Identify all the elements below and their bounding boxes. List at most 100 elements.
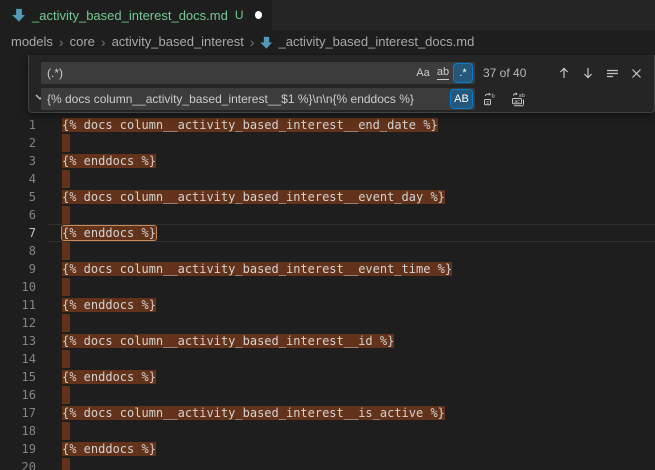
line-text[interactable]: {% enddocs %} <box>62 296 156 314</box>
editor-line[interactable]: 17{% docs column__activity_based_interes… <box>0 404 655 422</box>
find-in-selection-button[interactable] <box>602 62 622 84</box>
next-match-button[interactable] <box>578 62 598 84</box>
editor-pane[interactable]: 1 {% docs column__activity_based_interest… <box>0 53 655 470</box>
breadcrumb-item-core[interactable]: core <box>70 34 95 49</box>
line-text[interactable]: {% docs column__activity_based_interest_… <box>62 188 445 206</box>
editor-line[interactable]: 18 <box>0 422 655 440</box>
breadcrumb-file-label: _activity_based_interest_docs.md <box>278 34 474 49</box>
editor-line[interactable]: 12 <box>0 314 655 332</box>
editor-line[interactable]: 15 {% enddocs %} <box>0 368 655 386</box>
chevron-right-icon: › <box>101 35 106 49</box>
line-number: 18 <box>0 422 36 440</box>
line-number: 6 <box>0 206 36 224</box>
empty-line-match-highlight <box>62 242 70 260</box>
match-highlight: {% enddocs %} <box>62 298 156 312</box>
line-text[interactable] <box>62 386 70 404</box>
match-highlight: {% docs column__activity_based_interest_… <box>62 334 394 348</box>
tab-activity-based-interest-docs[interactable]: _activity_based_interest_docs.md U <box>0 0 272 30</box>
editor-line[interactable]: 5{% docs column__activity_based_interest… <box>0 188 655 206</box>
whole-word-icon: ab <box>437 66 449 80</box>
empty-line-match-highlight <box>62 422 70 440</box>
line-number: 14 <box>0 350 36 368</box>
line-number: 9 <box>0 260 36 278</box>
line-text[interactable]: {% docs column__activity_based_interest_… <box>62 404 445 422</box>
breadcrumb-item-models[interactable]: models <box>11 34 53 49</box>
find-replace-widget: (.*) Aa ab .* 37 of 40 <box>28 55 655 113</box>
line-number: 3 <box>0 152 36 170</box>
vscode-window: _activity_based_interest_docs.md U model… <box>0 0 655 470</box>
find-query-text: (.*) <box>47 62 63 84</box>
replace-input[interactable]: {% docs column__activity_based_interest_… <box>41 88 475 110</box>
git-status-badge: U <box>235 8 244 22</box>
line-number: 1 <box>0 116 36 134</box>
close-find-widget-button[interactable] <box>626 62 646 84</box>
line-number: 8 <box>0 242 36 260</box>
svg-text:b: b <box>491 93 495 99</box>
editor-line[interactable]: 3 {% enddocs %} <box>0 152 655 170</box>
svg-text:ac: ac <box>514 99 520 105</box>
line-text[interactable] <box>62 206 70 224</box>
replace-action-buttons: b c ab ac <box>479 88 529 110</box>
editor-line[interactable]: 13{% docs column__activity_based_interes… <box>0 332 655 350</box>
previous-match-button[interactable] <box>554 62 574 84</box>
line-text[interactable]: {% enddocs %} <box>62 224 156 242</box>
line-text[interactable]: {% enddocs %} <box>62 152 156 170</box>
editor-line[interactable]: 14 <box>0 350 655 368</box>
replace-all-button[interactable]: ab ac <box>507 88 529 110</box>
line-number: 10 <box>0 278 36 296</box>
editor-line[interactable]: 1 {% docs column__activity_based_interest… <box>0 116 655 134</box>
match-case-toggle[interactable]: Aa <box>414 64 432 82</box>
line-number: 16 <box>0 386 36 404</box>
line-text[interactable]: {% enddocs %} <box>62 368 156 386</box>
editor-line[interactable]: 9 {% docs column__activity_based_interest… <box>0 260 655 278</box>
line-number: 7 <box>0 224 36 242</box>
line-text[interactable] <box>62 350 70 368</box>
editor-line[interactable]: 4 <box>0 170 655 188</box>
match-highlight: {% docs column__activity_based_interest_… <box>62 262 452 276</box>
preserve-case-toggle[interactable]: AB <box>451 90 472 108</box>
line-number: 2 <box>0 134 36 152</box>
find-options: Aa ab .* <box>414 64 472 82</box>
regex-toggle[interactable]: .* <box>454 64 472 82</box>
editor-line[interactable]: 10 <box>0 278 655 296</box>
current-match-highlight: {% enddocs %} <box>62 226 156 240</box>
editor-line[interactable]: 19 {% enddocs %} <box>0 440 655 458</box>
tab-bar: _activity_based_interest_docs.md U <box>0 0 655 30</box>
breadcrumb-item-file[interactable]: _activity_based_interest_docs.md <box>260 34 474 49</box>
line-text[interactable] <box>62 458 70 470</box>
breadcrumb-item-activity-based-interest[interactable]: activity_based_interest <box>112 34 244 49</box>
markdown-file-icon <box>12 8 26 22</box>
line-number: 15 <box>0 368 36 386</box>
editor-line[interactable]: 11{% enddocs %} <box>0 296 655 314</box>
editor-lines: 1 {% docs column__activity_based_interest… <box>0 116 655 470</box>
match-highlight: {% docs column__activity_based_interest_… <box>62 190 445 204</box>
empty-line-match-highlight <box>62 170 70 188</box>
match-highlight: {% docs column__activity_based_interest_… <box>62 118 438 132</box>
line-text[interactable]: {% docs column__activity_based_interest_… <box>62 116 438 134</box>
tab-title: _activity_based_interest_docs.md <box>32 8 228 23</box>
modified-dot-icon[interactable] <box>255 11 262 19</box>
match-highlight: {% enddocs %} <box>62 370 156 384</box>
line-text[interactable] <box>62 242 70 260</box>
empty-line-match-highlight <box>62 314 70 332</box>
line-text[interactable] <box>62 170 70 188</box>
editor-line[interactable]: 20 <box>0 458 655 470</box>
line-text[interactable]: {% enddocs %} <box>62 440 156 458</box>
editor-line[interactable]: 6 <box>0 206 655 224</box>
line-text[interactable] <box>62 314 70 332</box>
whole-word-toggle[interactable]: ab <box>434 64 452 82</box>
empty-line-match-highlight <box>62 278 70 296</box>
replace-button[interactable]: b c <box>479 88 501 110</box>
editor-line[interactable]: 2 <box>0 134 655 152</box>
editor-line[interactable]: 8 <box>0 242 655 260</box>
editor-line[interactable]: 7 {% enddocs %} <box>0 224 655 242</box>
editor-line[interactable]: 16 <box>0 386 655 404</box>
replace-value-text: {% docs column__activity_based_interest_… <box>47 88 414 110</box>
line-text[interactable] <box>62 134 70 152</box>
line-text[interactable]: {% docs column__activity_based_interest_… <box>62 260 452 278</box>
find-input[interactable]: (.*) Aa ab .* <box>41 62 475 84</box>
line-text[interactable] <box>62 422 70 440</box>
line-text[interactable] <box>62 278 70 296</box>
line-number: 19 <box>0 440 36 458</box>
line-text[interactable]: {% docs column__activity_based_interest_… <box>62 332 394 350</box>
